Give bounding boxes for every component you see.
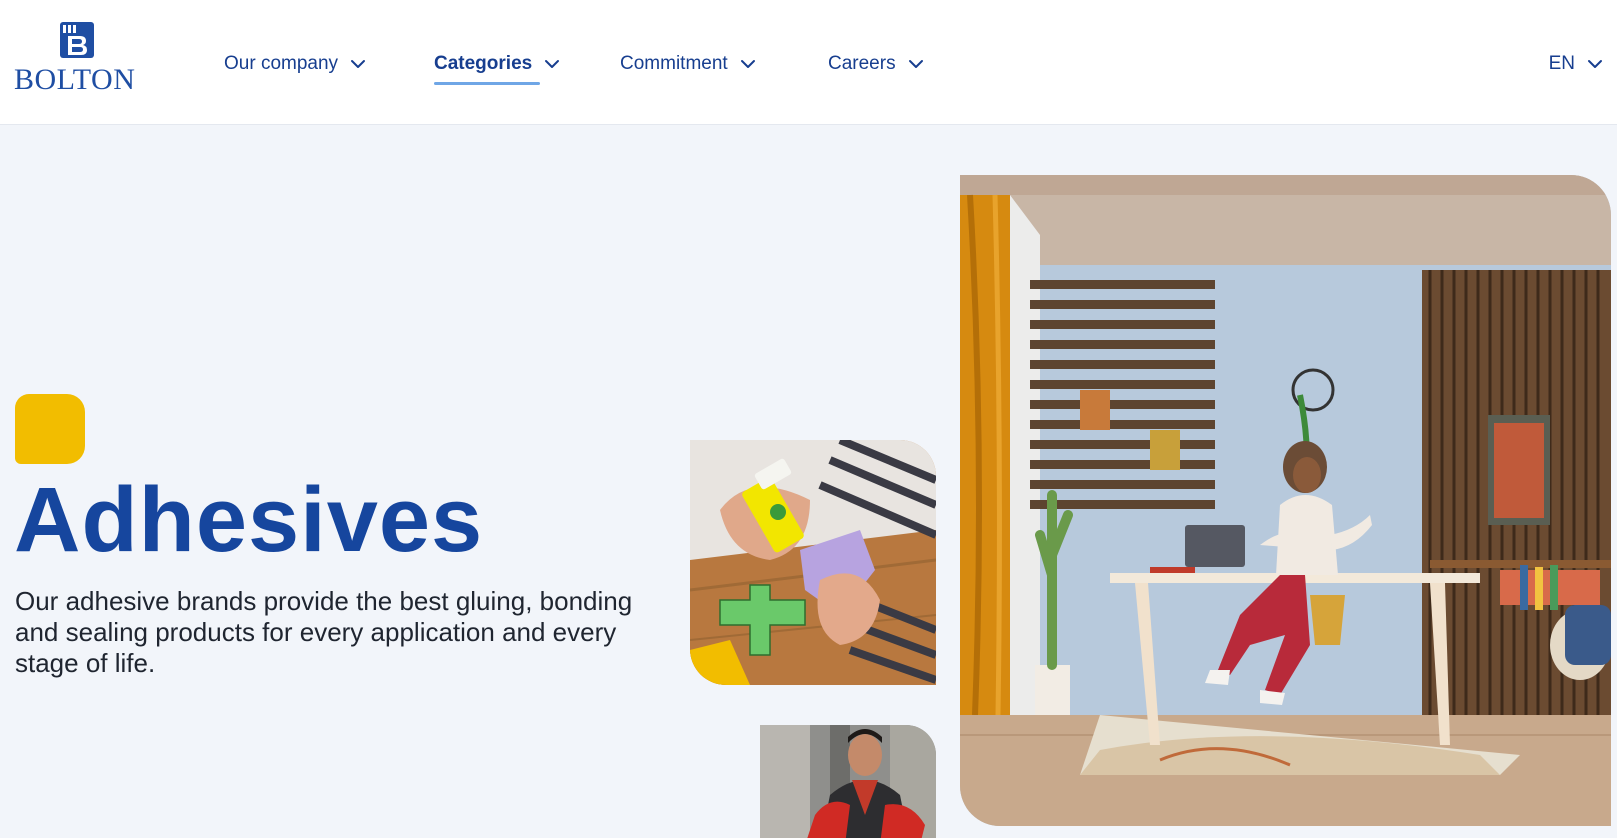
nav-careers[interactable]: Careers: [828, 44, 924, 84]
nav-commitment[interactable]: Commitment: [620, 44, 756, 84]
site-header: BOLTON Our company Categories Commitment…: [0, 0, 1617, 125]
nav-categories-label: Categories: [434, 53, 533, 74]
nav-careers-label: Careers: [828, 53, 896, 74]
nav-commitment-label: Commitment: [620, 53, 728, 74]
language-selector[interactable]: EN: [1549, 44, 1603, 84]
hero-description: Our adhesive brands provide the best glu…: [15, 586, 633, 678]
chevron-down-icon: [740, 60, 755, 68]
chevron-down-icon: [351, 60, 366, 68]
photo-man-working: [760, 725, 936, 838]
bolton-wordmark: BOLTON: [14, 63, 136, 96]
bolton-logo[interactable]: BOLTON: [14, 22, 148, 98]
photo-woman-home-office: [960, 175, 1611, 826]
nav-our-company[interactable]: Our company: [224, 44, 366, 84]
chevron-down-icon: [1588, 60, 1602, 68]
nav-categories[interactable]: Categories: [434, 44, 560, 85]
page-title: Adhesives: [14, 469, 484, 571]
chevron-down-icon: [908, 60, 923, 68]
bolton-b-crest-icon: [60, 22, 94, 58]
language-label: EN: [1548, 53, 1575, 74]
nav-our-company-label: Our company: [224, 53, 339, 74]
chevron-down-icon: [545, 60, 560, 68]
photo-hands-glue-stick: [690, 440, 936, 685]
accent-square: [15, 394, 85, 464]
nav-active-underline: [434, 82, 540, 85]
